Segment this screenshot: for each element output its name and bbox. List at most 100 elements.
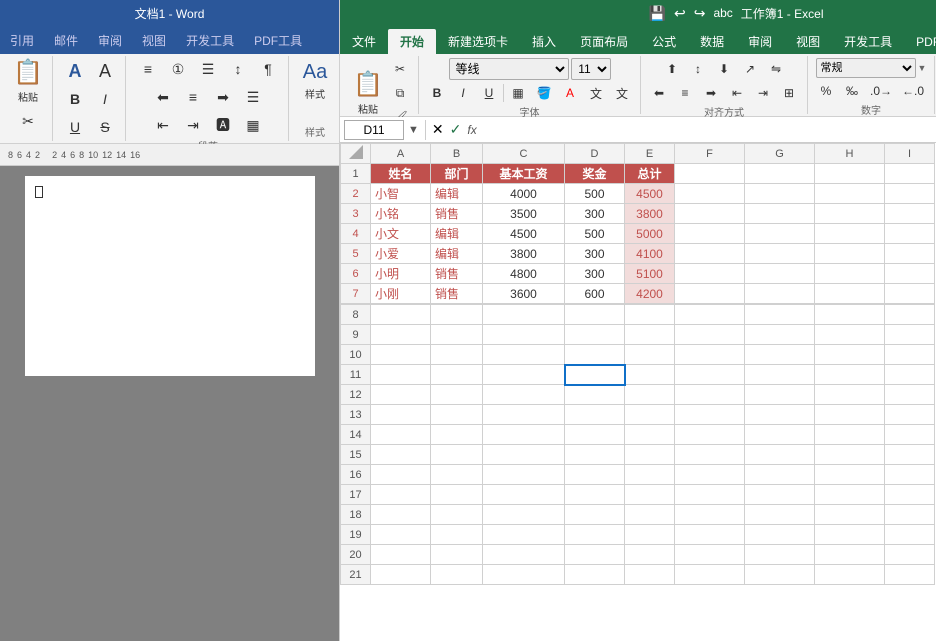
excel-tab-shuju[interactable]: 数据 [688,29,736,54]
cell-H6[interactable] [815,264,885,284]
excel-merge-button[interactable]: ⊞ [777,82,801,104]
cell-I19[interactable] [885,525,935,545]
cell-H19[interactable] [815,525,885,545]
cell-G11[interactable] [745,365,815,385]
cell-I16[interactable] [885,465,935,485]
cell-E1[interactable]: 总计 [625,164,675,184]
cell-G5[interactable] [745,244,815,264]
word-indent-dec-button[interactable]: ⇤ [149,112,177,138]
cell-E3[interactable]: 3800 [625,204,675,224]
cell-D2[interactable]: 500 [565,184,625,204]
cell-B17[interactable] [431,485,483,505]
cell-F10[interactable] [675,345,745,365]
cell-G20[interactable] [745,545,815,565]
row-num-12[interactable]: 12 [341,385,371,405]
cell-F20[interactable] [675,545,745,565]
row-num-1[interactable]: 1 [341,164,371,184]
cell-F18[interactable] [675,505,745,525]
corner-header[interactable] [341,144,371,164]
cell-F2[interactable] [675,184,745,204]
cell-I7[interactable] [885,284,935,304]
cell-A11[interactable] [371,365,431,385]
cell-I8[interactable] [885,305,935,325]
cell-D15[interactable] [565,445,625,465]
cell-D14[interactable] [565,425,625,445]
cell-A4[interactable]: 小文 [371,224,431,244]
cell-C2[interactable]: 4000 [483,184,565,204]
excel-fill-button[interactable]: 🪣 [532,82,556,104]
cell-B4[interactable]: 编辑 [431,224,483,244]
cell-C14[interactable] [483,425,565,445]
word-underline-button[interactable]: U [61,114,89,140]
cell-E6[interactable]: 5100 [625,264,675,284]
cell-B1[interactable]: 部门 [431,164,483,184]
cell-D12[interactable] [565,385,625,405]
cell-G9[interactable] [745,325,815,345]
cell-G12[interactable] [745,385,815,405]
excel-paste-button[interactable]: 📋 粘贴 [350,68,386,118]
excel-center-align-button[interactable]: ≡ [673,82,697,104]
word-content-area[interactable] [0,166,339,641]
row-num-18[interactable]: 18 [341,505,371,525]
excel-redo-icon[interactable]: ↪ [694,5,706,22]
cell-H4[interactable] [815,224,885,244]
cell-G17[interactable] [745,485,815,505]
cell-H12[interactable] [815,385,885,405]
excel-font-select[interactable]: 等线 [449,58,569,80]
excel-thousand-button[interactable]: ‰ [840,80,864,102]
cell-D10[interactable] [565,345,625,365]
cell-B7[interactable]: 销售 [431,284,483,304]
cell-D3[interactable]: 300 [565,204,625,224]
cell-G13[interactable] [745,405,815,425]
cell-A14[interactable] [371,425,431,445]
row-num-9[interactable]: 9 [341,325,371,345]
cell-A3[interactable]: 小铭 [371,204,431,224]
cell-B9[interactable] [431,325,483,345]
formula-fx-icon[interactable]: fx [467,123,476,137]
cell-G3[interactable] [745,204,815,224]
excel-tab-kaifa[interactable]: 开发工具 [832,29,904,54]
cell-E8[interactable] [625,305,675,325]
cell-H1[interactable] [815,164,885,184]
cell-E20[interactable] [625,545,675,565]
cell-A13[interactable] [371,405,431,425]
cell-E16[interactable] [625,465,675,485]
col-header-C[interactable]: C [483,144,565,164]
cell-C19[interactable] [483,525,565,545]
cell-G14[interactable] [745,425,815,445]
word-tab-shenyue[interactable]: 审阅 [88,26,132,54]
col-header-E[interactable]: E [625,144,675,164]
cell-I14[interactable] [885,425,935,445]
cell-F4[interactable] [675,224,745,244]
cell-A8[interactable] [371,305,431,325]
row-num-20[interactable]: 20 [341,545,371,565]
cell-B6[interactable]: 销售 [431,264,483,284]
excel-numformat-select[interactable]: 常规 [816,58,916,78]
cell-H14[interactable] [815,425,885,445]
cell-G7[interactable] [745,284,815,304]
word-style-button[interactable]: Aa 样式 [297,56,333,106]
col-header-G[interactable]: G [745,144,815,164]
excel-left-align-button[interactable]: ⬅ [647,82,671,104]
excel-middle-align-button[interactable]: ↕ [686,58,710,80]
cell-F8[interactable] [675,305,745,325]
excel-fontcolor-button[interactable]: A [558,82,582,104]
cell-C18[interactable] [483,505,565,525]
cell-A6[interactable]: 小明 [371,264,431,284]
col-header-A[interactable]: A [371,144,431,164]
cell-D6[interactable]: 300 [565,264,625,284]
cell-C1[interactable]: 基本工资 [483,164,565,184]
row-num-5[interactable]: 5 [341,244,371,264]
excel-italic-button[interactable]: I [451,82,475,104]
cell-H8[interactable] [815,305,885,325]
cell-D13[interactable] [565,405,625,425]
cell-D1[interactable]: 奖金 [565,164,625,184]
cell-G18[interactable] [745,505,815,525]
cell-B2[interactable]: 编辑 [431,184,483,204]
excel-formula-input[interactable] [481,120,936,140]
word-paste-button[interactable]: 📋 粘贴 [10,56,46,106]
cell-D21[interactable] [565,565,625,585]
row-num-10[interactable]: 10 [341,345,371,365]
cell-F6[interactable] [675,264,745,284]
cell-C20[interactable] [483,545,565,565]
